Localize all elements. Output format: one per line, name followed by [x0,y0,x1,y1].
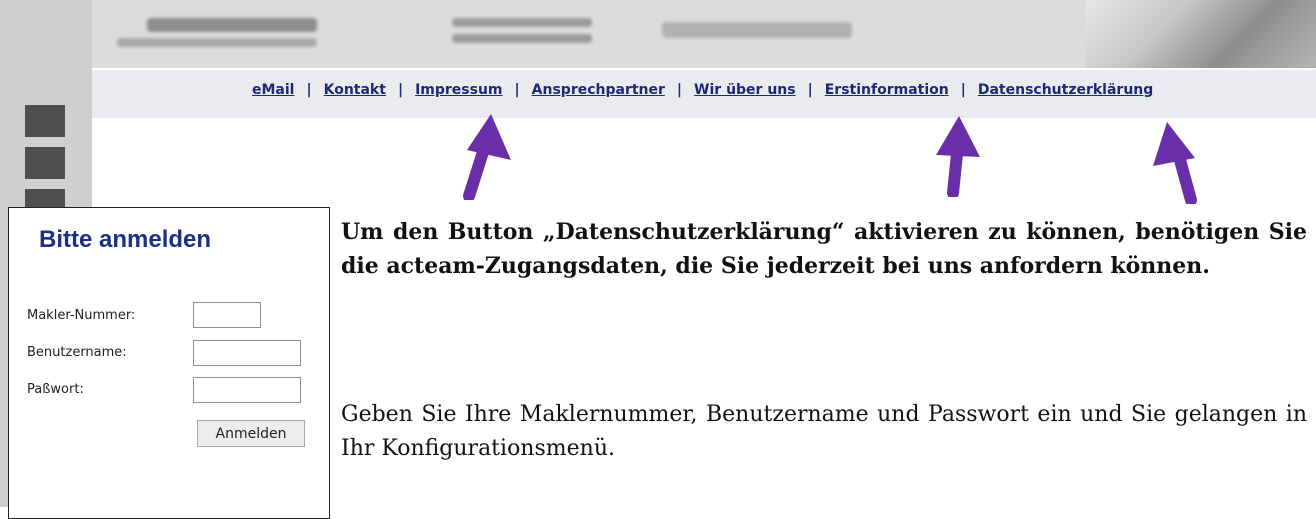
nav-link-email[interactable]: eMail [252,82,294,98]
nav-link-datenschutzerklaerung[interactable]: Datenschutzerklärung [978,82,1153,98]
nav-separator: | [960,82,966,98]
makler-nummer-input[interactable] [193,302,261,328]
nav-bar: eMail | Kontakt | Impressum | Ansprechpa… [92,70,1316,118]
contact-line-blurred [452,34,592,43]
nav-link-ansprechpartner[interactable]: Ansprechpartner [532,82,665,98]
anmelden-button[interactable]: Anmelden [197,420,305,447]
arrow-up-icon [936,116,980,197]
nav-link-wir-ueber-uns[interactable]: Wir über uns [694,82,796,98]
nav-separator: | [807,82,813,98]
nav-link-kontakt[interactable]: Kontakt [324,82,386,98]
info-normal-text: Geben Sie Ihre Maklernummer, Benutzernam… [341,402,1307,461]
sidebar-block[interactable] [25,105,65,137]
login-title: Bitte anmelden [39,226,212,253]
nav-separator: | [514,82,520,98]
nav-link-erstinformation[interactable]: Erstinformation [825,82,949,98]
header-photo [1086,0,1316,68]
login-panel: Bitte anmelden Makler-Nummer: Benutzerna… [8,207,330,519]
makler-nummer-label: Makler-Nummer: [27,308,136,323]
nav-separator: | [306,82,312,98]
nav-separator: | [397,82,404,98]
contact-line-blurred [452,18,592,27]
sidebar-block[interactable] [25,147,65,179]
nav-separator: | [676,82,683,98]
arrow-up-icon [1153,122,1197,204]
passwort-input[interactable] [193,377,301,403]
benutzername-label: Benutzername: [27,345,127,360]
info-bold-text: Um den Button „Datenschutzerklärung“ akt… [341,219,1307,279]
passwort-label: Paßwort: [27,382,84,397]
company-tagline-blurred [117,38,317,47]
nav-links: eMail | Kontakt | Impressum | Ansprechpa… [252,82,1153,98]
company-logo-blurred [147,18,317,32]
arrow-up-icon [463,114,511,200]
benutzername-input[interactable] [193,340,301,366]
slogan-blurred [662,22,852,38]
nav-link-impressum[interactable]: Impressum [415,82,502,98]
header-banner [92,0,1316,68]
